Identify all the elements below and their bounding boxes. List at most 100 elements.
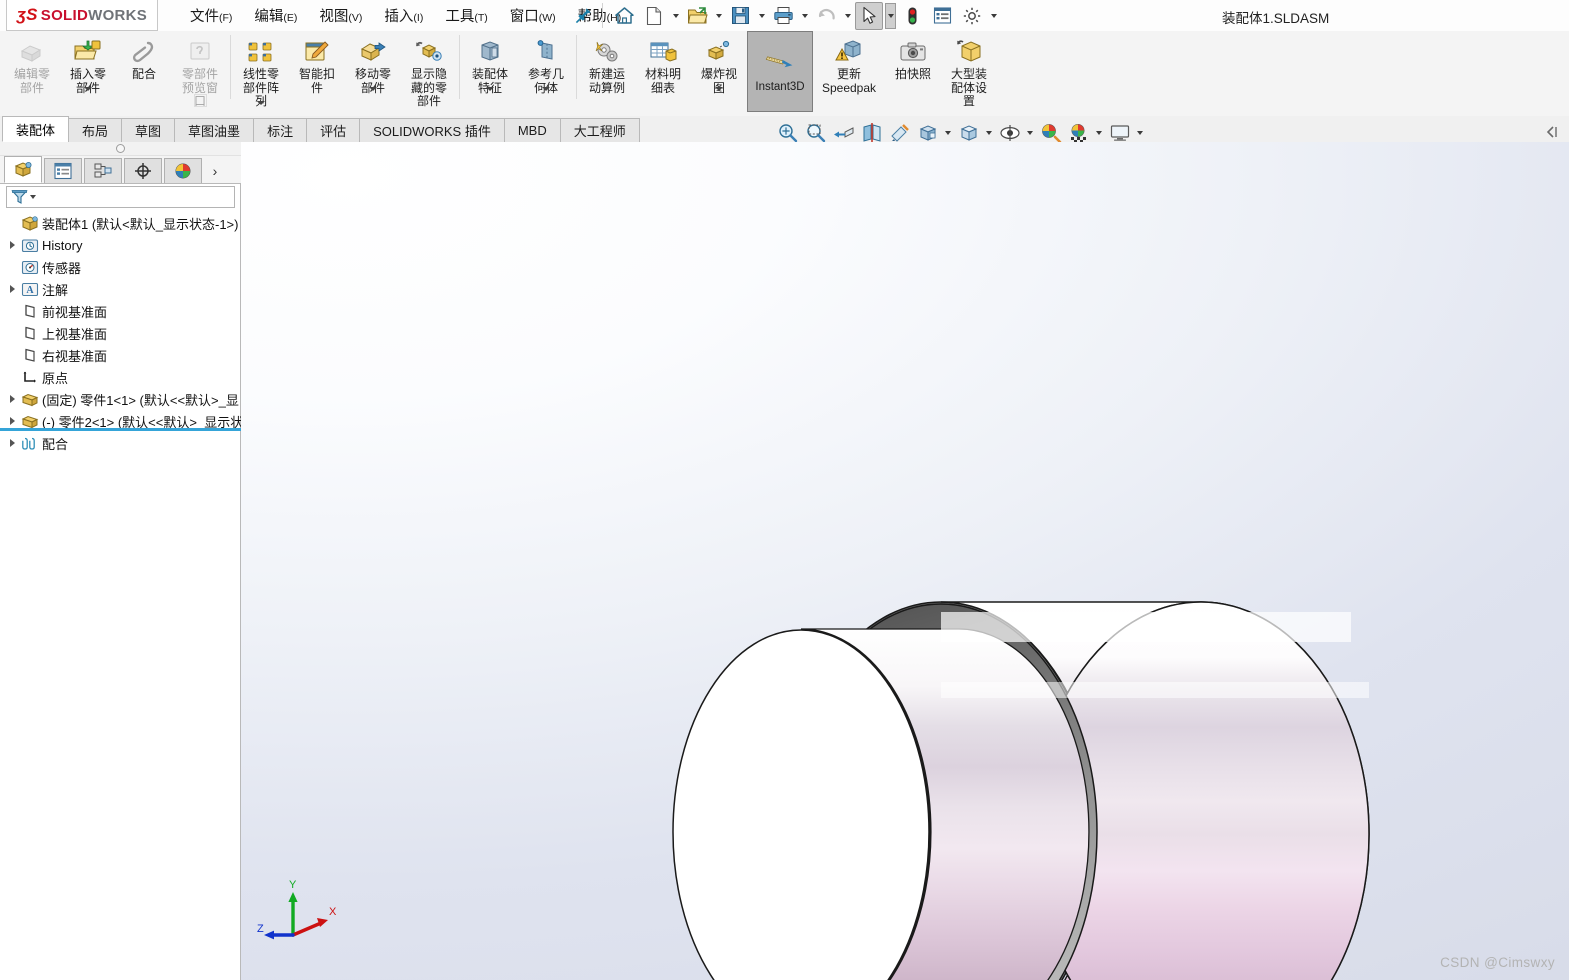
- panel-grip[interactable]: [0, 142, 241, 156]
- tab-layout-label: 布局: [82, 124, 109, 139]
- gear-settings-caret-icon[interactable]: [988, 3, 999, 29]
- tab-solidworks-addins[interactable]: SOLIDWORKS 插件: [359, 118, 505, 142]
- tree-item-history[interactable]: History: [0, 234, 241, 256]
- tree-item-origin[interactable]: 原点: [0, 366, 241, 388]
- menu-insert-mnemonic: (I): [413, 12, 424, 24]
- print-icon[interactable]: [769, 2, 797, 30]
- tree-expand-mates-icon[interactable]: [4, 432, 20, 454]
- tree-expand-part1-icon[interactable]: [4, 388, 20, 410]
- ribbon-large-assembly[interactable]: 大型装配体设置: [941, 31, 997, 110]
- rebuild-icon[interactable]: [898, 2, 926, 30]
- tab-assembly[interactable]: 装配体: [2, 116, 70, 142]
- open-folder-icon[interactable]: [683, 2, 711, 30]
- solidworks-logo[interactable]: ʒS SOLIDWORKS: [6, 0, 158, 31]
- panel-tab-dimxpert-manager[interactable]: [124, 158, 162, 183]
- tab-evaluate[interactable]: 评估: [306, 118, 361, 142]
- ribbon-mate-label: 配合: [131, 67, 156, 81]
- tab-layout[interactable]: 布局: [68, 118, 123, 142]
- ribbon-exploded-view-caret-icon[interactable]: [715, 87, 723, 91]
- menu-view[interactable]: 视图(V): [319, 5, 362, 26]
- save-caret-icon[interactable]: [756, 3, 767, 29]
- coordinate-triad: Y X Z: [257, 879, 337, 940]
- tree-expand-annotations-icon[interactable]: [4, 278, 20, 300]
- ribbon-smart-fastener-label: 智能扣件: [298, 67, 335, 95]
- tree-item-right-plane-label: 右视基准面: [42, 348, 108, 364]
- ribbon-bom[interactable]: 材料明细表: [635, 31, 691, 96]
- tree-item-mates-label: 配合: [42, 436, 69, 452]
- ribbon-linear-pattern[interactable]: 线性零部件阵列: [233, 31, 289, 110]
- ribbon-insert-component[interactable]: 插入零部件: [60, 31, 116, 96]
- ribbon-new-motion-study[interactable]: 新建运动算例: [579, 31, 635, 96]
- tab-mbd-label: MBD: [517, 123, 547, 138]
- tree-item-mates[interactable]: 配合: [0, 432, 241, 454]
- open-folder-caret-icon[interactable]: [713, 3, 724, 29]
- menu-items: 文件(F) 编辑(E) 视图(V) 插入(I) 工具(T) 窗口(W) 帮助(H…: [190, 0, 621, 31]
- panel-tab-feature-manager[interactable]: [4, 156, 42, 183]
- ribbon-mate[interactable]: 配合: [116, 31, 172, 83]
- tab-sketch-ink[interactable]: 草图油墨: [174, 118, 255, 142]
- panel-tab-configuration-manager[interactable]: [84, 158, 122, 183]
- panel-tab-property-manager[interactable]: [44, 158, 82, 183]
- new-document-icon[interactable]: [640, 2, 668, 30]
- menu-file[interactable]: 文件(F): [190, 5, 232, 26]
- tree-item-sensors[interactable]: 传感器: [0, 256, 241, 278]
- ribbon-move-component[interactable]: 移动零部件: [345, 31, 401, 96]
- tab-markup[interactable]: 标注: [253, 118, 308, 142]
- ribbon-exploded-view[interactable]: 爆炸视图: [691, 31, 747, 96]
- tree-item-assembly-root[interactable]: 装配体1 (默认<默认_显示状态-1>): [0, 212, 241, 234]
- home-icon[interactable]: [610, 2, 638, 30]
- tree-item-top-plane[interactable]: 上视基准面: [0, 322, 241, 344]
- menu-window[interactable]: 窗口(W): [510, 5, 556, 26]
- ribbon-component-preview[interactable]: 零部件预览窗口: [172, 31, 228, 110]
- ribbon-show-hidden[interactable]: 显示隐藏的零部件: [401, 31, 457, 110]
- graphics-viewport[interactable]: Y X Z CSDN @Cimswxy: [241, 142, 1569, 980]
- options-list-icon[interactable]: [928, 2, 956, 30]
- ribbon-take-snapshot[interactable]: 拍快照: [885, 31, 941, 83]
- ribbon-update-speedpak[interactable]: 更新 Speedpak: [813, 31, 885, 96]
- print-caret-icon[interactable]: [799, 3, 810, 29]
- triad-z-label: Z: [257, 923, 264, 935]
- collapse-panel-icon[interactable]: [1543, 124, 1559, 140]
- tree-item-part1[interactable]: (固定) 零件1<1> (默认<<默认>_显: [0, 388, 241, 410]
- ribbon-assembly-feature[interactable]: 装配体特征: [462, 31, 518, 96]
- tree-rollback-bar[interactable]: [0, 428, 241, 431]
- select-cursor-caret-icon[interactable]: [885, 2, 896, 29]
- save-icon[interactable]: [726, 2, 754, 30]
- menu-insert[interactable]: 插入(I): [384, 5, 423, 26]
- filter-caret-icon[interactable]: [30, 195, 36, 199]
- menu-tools-label: 工具: [445, 9, 475, 25]
- undo-caret-icon[interactable]: [842, 3, 853, 29]
- undo-icon[interactable]: [812, 2, 840, 30]
- tree-item-sensors-label: 传感器: [42, 260, 82, 276]
- ribbon-reference-geometry-caret-icon[interactable]: [542, 87, 550, 91]
- reference-geometry-icon: [531, 37, 561, 67]
- color-sphere-icon: [175, 163, 191, 179]
- menu-tools-mnemonic: (T): [474, 12, 488, 24]
- ribbon-insert-component-caret-icon[interactable]: [84, 87, 92, 91]
- feature-tree-filter[interactable]: [6, 186, 235, 208]
- tree-expand-history-icon[interactable]: [4, 234, 20, 256]
- ribbon-smart-fastener[interactable]: 智能扣件: [289, 31, 345, 96]
- tab-sketch[interactable]: 草图: [121, 118, 176, 142]
- tree-item-right-plane[interactable]: 右视基准面: [0, 344, 241, 366]
- tab-mbd[interactable]: MBD: [503, 118, 561, 142]
- pin-icon[interactable]: [573, 6, 593, 26]
- gear-settings-icon[interactable]: [958, 2, 986, 30]
- ribbon-edit-component[interactable]: 编辑零部件: [4, 31, 60, 96]
- tab-big-engineer[interactable]: 大工程师: [559, 118, 640, 142]
- ribbon-linear-pattern-caret-icon[interactable]: [257, 100, 265, 105]
- ribbon-reference-geometry[interactable]: 参考几何体: [518, 31, 574, 96]
- ribbon-move-component-caret-icon[interactable]: [369, 87, 377, 91]
- tree-item-annotations[interactable]: A 注解: [0, 278, 241, 300]
- menu-edit[interactable]: 编辑(E): [254, 5, 297, 26]
- assembly-icon: [20, 214, 39, 233]
- tree-item-front-plane[interactable]: 前视基准面: [0, 300, 241, 322]
- select-cursor-icon[interactable]: [855, 1, 883, 30]
- ribbon-assembly-feature-caret-icon[interactable]: [486, 87, 494, 91]
- panel-tabs-more-icon[interactable]: ›: [204, 158, 226, 183]
- ribbon-instant3d[interactable]: Instant3D: [747, 31, 813, 112]
- linear-pattern-icon: [246, 37, 276, 67]
- new-document-caret-icon[interactable]: [670, 3, 681, 29]
- panel-tab-display-manager[interactable]: [164, 158, 202, 183]
- menu-tools[interactable]: 工具(T): [445, 5, 487, 26]
